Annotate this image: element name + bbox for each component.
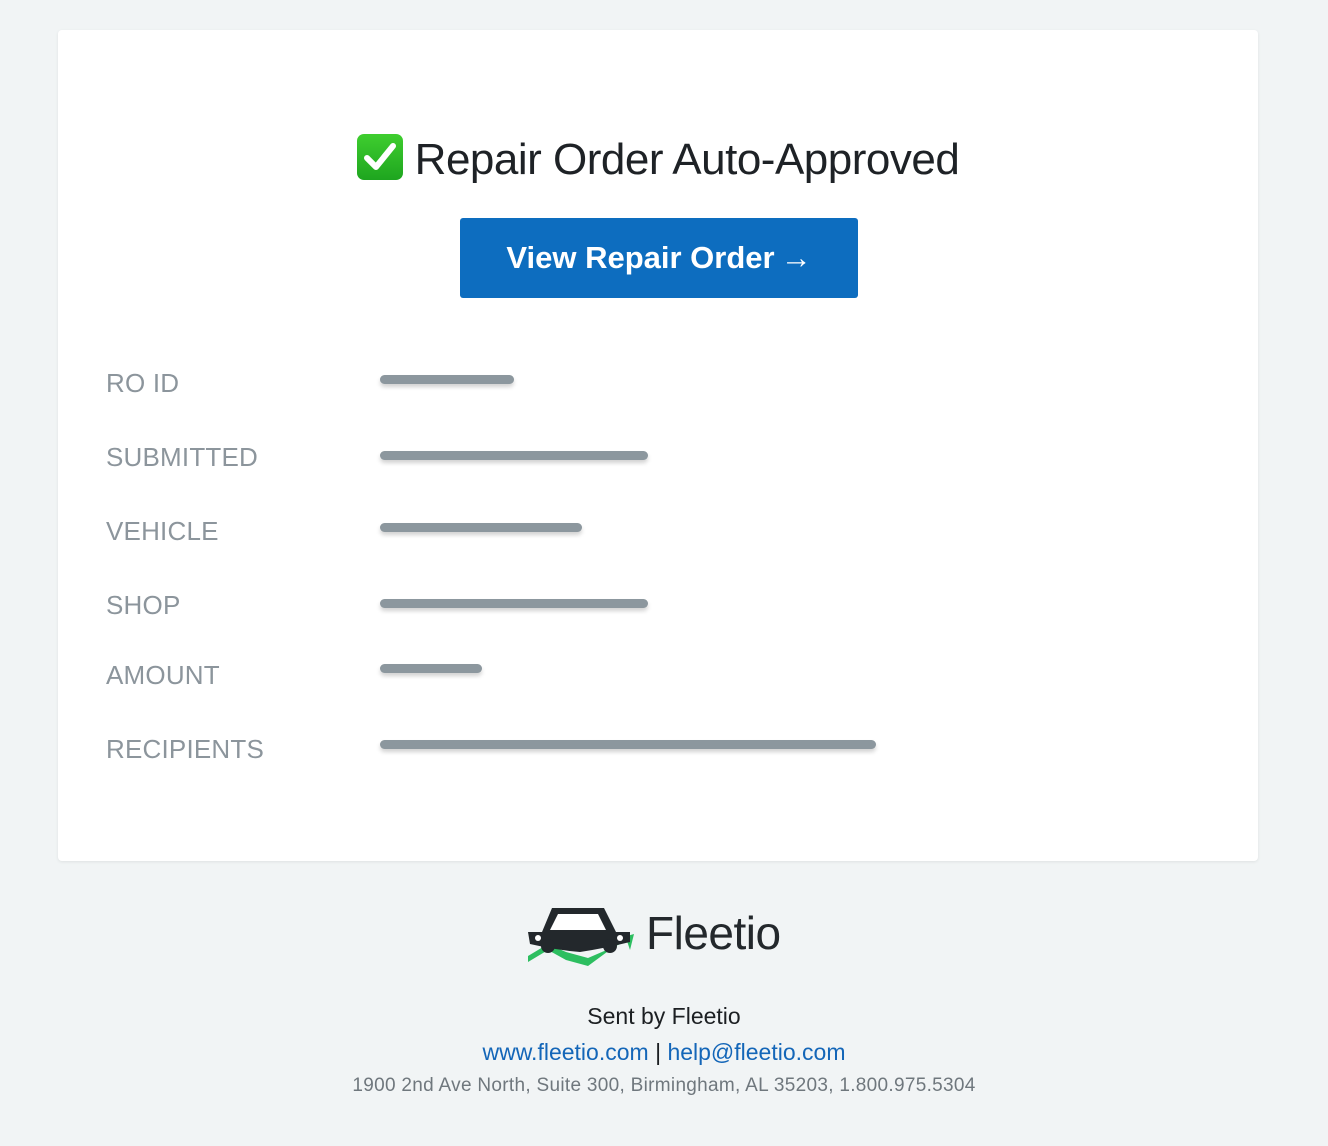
- link-separator: |: [655, 1039, 662, 1065]
- fleetio-logo[interactable]: Fleetio: [526, 900, 806, 970]
- field-value-placeholder: [380, 375, 514, 384]
- field-label-recipients: RECIPIENTS: [106, 734, 265, 764]
- field-value-placeholder: [380, 451, 648, 460]
- email-card: Repair Order Auto-Approved View Repair O…: [58, 30, 1258, 861]
- footer-links: www.fleetio.com | help@fleetio.com: [0, 1039, 1328, 1066]
- company-address: 1900 2nd Ave North, Suite 300, Birmingha…: [352, 1075, 976, 1096]
- field-value-placeholder: [380, 740, 876, 749]
- page-title: Repair Order Auto-Approved: [58, 134, 1258, 186]
- field-label-vehicle: VEHICLE: [106, 516, 219, 546]
- field-value-placeholder: [380, 599, 648, 608]
- field-value-placeholder: [380, 523, 582, 532]
- title-text: Repair Order Auto-Approved: [414, 135, 960, 184]
- email-link[interactable]: help@fleetio.com: [667, 1039, 845, 1065]
- fleetio-car-icon: [528, 908, 634, 966]
- field-label-submitted: SUBMITTED: [106, 442, 259, 472]
- button-label: View Repair Order: [506, 240, 775, 275]
- view-repair-order-button[interactable]: View Repair Order →: [460, 218, 858, 298]
- field-label-amount: AMOUNT: [106, 660, 220, 690]
- field-label-shop: SHOP: [106, 590, 181, 620]
- field-value-placeholder: [380, 664, 482, 673]
- check-mark-icon: [356, 134, 403, 180]
- sent-by-text: Sent by Fleetio: [587, 1003, 741, 1029]
- logo-text: Fleetio: [646, 907, 781, 959]
- website-link[interactable]: www.fleetio.com: [483, 1039, 649, 1065]
- field-label-ro-id: RO ID: [106, 368, 180, 398]
- arrow-right-icon: →: [780, 240, 812, 275]
